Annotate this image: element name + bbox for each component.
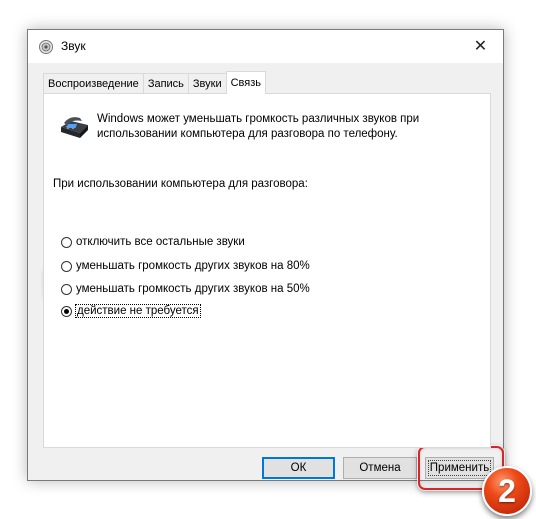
close-icon: ✕ bbox=[473, 37, 488, 55]
tab-communications[interactable]: Связь bbox=[225, 71, 267, 94]
option-do-nothing[interactable]: действие не требуется bbox=[61, 304, 201, 318]
option-reduce-50[interactable]: уменьшать громкость других звуков на 50% bbox=[61, 283, 310, 295]
apply-button[interactable]: Применить bbox=[425, 457, 494, 479]
speaker-icon bbox=[38, 39, 54, 55]
tab-strip: Воспроизведение Запись Звуки Связь bbox=[43, 71, 267, 94]
sound-dialog-window: Звук ✕ Воспроизведение Запись Звуки Связ… bbox=[27, 29, 504, 481]
tab-playback[interactable]: Воспроизведение bbox=[43, 73, 144, 93]
step-2-badge: 2 bbox=[482, 466, 532, 516]
radio-do-nothing[interactable] bbox=[61, 305, 72, 317]
option-reduce-80[interactable]: уменьшать громкость других звуков на 80% bbox=[61, 260, 310, 272]
description-text: Windows может уменьшать громкость различ… bbox=[97, 113, 420, 140]
title-bar: Звук ✕ bbox=[28, 30, 503, 63]
close-button[interactable]: ✕ bbox=[458, 30, 503, 61]
option-mute-all[interactable]: отключить все остальные звуки bbox=[61, 236, 245, 248]
window-title: Звук bbox=[61, 39, 86, 53]
option-label: уменьшать громкость других звуков на 50% bbox=[76, 283, 310, 295]
communications-panel: Windows может уменьшать громкость различ… bbox=[43, 93, 491, 448]
radio-mute-all[interactable] bbox=[61, 236, 72, 248]
option-label: уменьшать громкость других звуков на 80% bbox=[76, 260, 310, 272]
section-label: При использовании компьютера для разгово… bbox=[53, 178, 308, 190]
tab-sounds[interactable]: Звуки bbox=[187, 73, 227, 93]
ok-button[interactable]: ОК bbox=[262, 457, 335, 479]
tab-recording[interactable]: Запись bbox=[142, 73, 189, 93]
cancel-button[interactable]: Отмена bbox=[343, 457, 417, 479]
radio-reduce-80[interactable] bbox=[61, 260, 72, 272]
option-label: действие не требуется bbox=[75, 304, 201, 318]
telephone-icon bbox=[58, 113, 92, 141]
option-label: отключить все остальные звуки bbox=[76, 236, 245, 248]
radio-reduce-50[interactable] bbox=[61, 283, 72, 295]
